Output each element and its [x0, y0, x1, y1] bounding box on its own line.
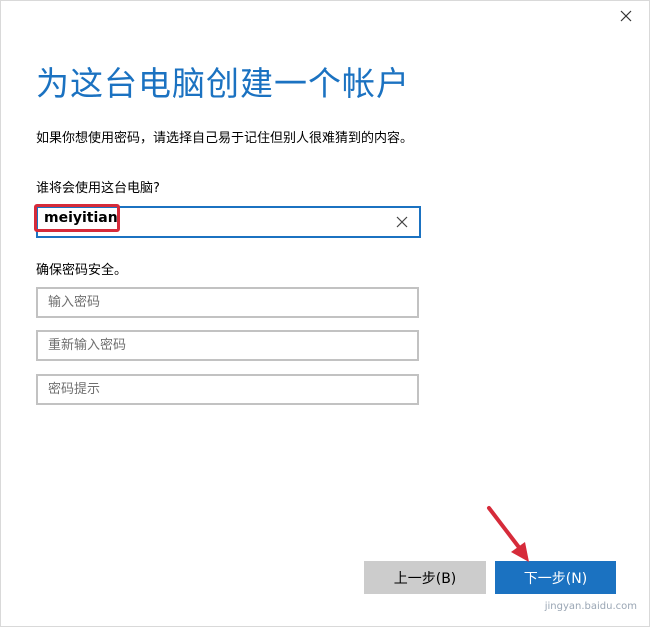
page-title: 为这台电脑创建一个帐户 [36, 64, 410, 103]
reenter-password-input[interactable] [36, 330, 419, 361]
password-section-label: 确保密码安全。 [36, 263, 128, 278]
password-hint-input[interactable] [36, 374, 419, 405]
close-button[interactable] [613, 5, 639, 27]
username-value: meiyitian [34, 204, 120, 232]
next-button[interactable]: 下一步(N) [495, 561, 616, 594]
clear-button[interactable] [393, 213, 411, 231]
password-input[interactable] [36, 287, 419, 318]
close-icon [620, 10, 632, 22]
clear-input-icon [396, 216, 408, 228]
who-label: 谁将会使用这台电脑? [36, 181, 160, 196]
account-dialog: 为这台电脑创建一个帐户 如果你想使用密码，请选择自己易于记住但别人很难猜到的内容… [0, 0, 650, 627]
watermark: jingyan.baidu.com [544, 601, 637, 612]
subtitle: 如果你想使用密码，请选择自己易于记住但别人很难猜到的内容。 [36, 131, 414, 146]
username-input[interactable]: meiyitian [34, 204, 421, 238]
back-button[interactable]: 上一步(B) [364, 561, 486, 594]
